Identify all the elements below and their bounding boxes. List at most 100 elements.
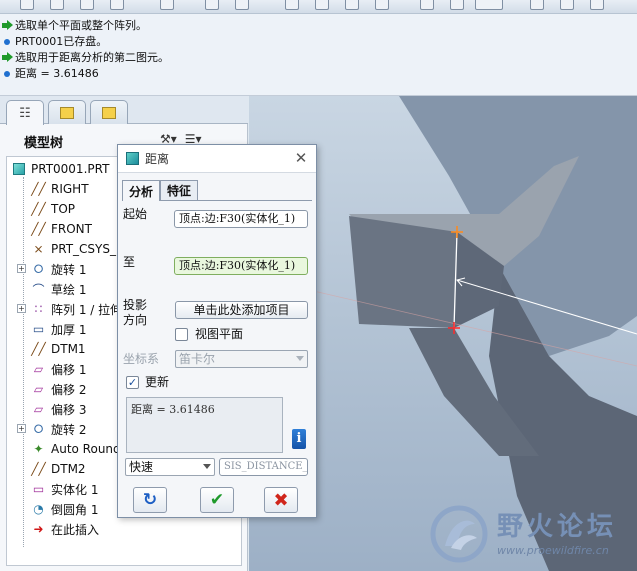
dialog-icon: [126, 152, 139, 165]
mode-select[interactable]: 快速: [125, 458, 215, 476]
tree-guide-line: [23, 177, 24, 547]
tree-node[interactable]: ▭ 加厚 1: [31, 319, 87, 339]
favorites-tab[interactable]: [90, 100, 128, 124]
ok-button[interactable]: ✔: [200, 487, 234, 513]
auto-round-icon: ✦: [33, 442, 44, 456]
repeat-icon: ↻: [142, 490, 158, 510]
view-plane-label: 视图平面: [195, 327, 244, 341]
expand-toggle[interactable]: +: [17, 424, 26, 433]
tab-feature[interactable]: 特征: [160, 180, 198, 200]
thicken-icon: ▭: [32, 322, 45, 336]
toolbar-button[interactable]: [530, 0, 544, 10]
tree-node[interactable]: ✦ Auto Round: [31, 439, 120, 459]
tree-node-label: DTM1: [51, 342, 86, 356]
tree-node-label: PRT0001.PRT: [31, 162, 110, 176]
toolbar-button[interactable]: [590, 0, 604, 10]
tree-node[interactable]: ╱╱ RIGHT: [31, 179, 89, 199]
toolbar-button[interactable]: [375, 0, 389, 10]
arrow-right-icon: [2, 20, 13, 31]
to-field[interactable]: 顶点:边:F30(实体化_1): [174, 257, 308, 275]
tree-node[interactable]: ➜ 在此插入: [31, 519, 99, 539]
tree-node[interactable]: ▭ 实体化 1: [31, 479, 99, 499]
message-line: 距离 = 3.61486: [2, 66, 99, 81]
tree-node-root[interactable]: PRT0001.PRT: [11, 159, 109, 179]
dialog-titlebar[interactable]: 距离: [118, 145, 316, 173]
toolbar-button[interactable]: [315, 0, 329, 10]
close-icon[interactable]: ✕: [294, 151, 308, 166]
update-label: 更新: [145, 375, 170, 389]
tree-node[interactable]: ⌒ 草绘 1: [31, 279, 86, 299]
tree-node[interactable]: ╱╱ DTM2: [31, 459, 86, 479]
round-icon: ◔: [33, 502, 44, 516]
tree-node[interactable]: + ∷ 阵列 1 / 拉伸: [17, 299, 122, 319]
toolbar-button[interactable]: [345, 0, 359, 10]
toolbar-button[interactable]: [80, 0, 94, 10]
sketch-icon: ⌒: [32, 282, 45, 297]
watermark-url: www.proewildfire.cn: [497, 544, 609, 557]
toolbar-button[interactable]: [20, 0, 34, 10]
tree-node-label: 在此插入: [51, 522, 100, 537]
tab-analysis[interactable]: 分析: [122, 180, 160, 201]
tree-node-label: 偏移 1: [51, 362, 87, 377]
message-line: 选取单个平面或整个阵列。: [2, 18, 147, 33]
info-dot-icon: [2, 36, 13, 47]
message-area: 选取单个平面或整个阵列。 PRT0001已存盘。 选取用于距离分析的第二图元。 …: [0, 14, 637, 96]
message-text: 选取单个平面或整个阵列。: [15, 19, 147, 32]
tree-node[interactable]: + ⭘ 旋转 2: [17, 419, 87, 439]
csys-select: 笛卡尔: [175, 350, 308, 368]
from-field[interactable]: 顶点:边:F30(实体化_1): [174, 210, 308, 228]
model-tree-tab[interactable]: ☷: [6, 100, 44, 125]
tree-node-label: RIGHT: [51, 182, 89, 196]
arrow-right-icon: [2, 52, 13, 63]
tree-node[interactable]: ⨯ PRT_CSYS_D: [31, 239, 125, 259]
csys-label: 坐标系: [123, 352, 160, 366]
tree-node[interactable]: ╱╱ FRONT: [31, 219, 92, 239]
navigator-tabs: ☷: [0, 96, 248, 125]
tree-node[interactable]: + ⭘ 旋转 1: [17, 259, 86, 279]
datum-plane-icon: ╱╱: [31, 342, 46, 356]
toolbar-button[interactable]: [235, 0, 249, 10]
main-toolbar: [0, 0, 637, 14]
projection-label: 投影 方向: [123, 298, 148, 327]
toolbar-button[interactable]: [420, 0, 434, 10]
toolbar-button[interactable]: [160, 0, 174, 10]
datum-plane-icon: ╱╱: [31, 462, 46, 476]
toolbar-button[interactable]: [560, 0, 574, 10]
message-text: PRT0001已存盘。: [15, 35, 108, 48]
toolbar-button[interactable]: [475, 0, 503, 10]
toolbar-button[interactable]: [450, 0, 464, 10]
tree-node-label: 倒圆角 1: [51, 502, 99, 517]
repeat-button[interactable]: ↻: [133, 487, 167, 513]
part-icon: [11, 162, 26, 176]
toolbar-button[interactable]: [50, 0, 64, 10]
tree-node[interactable]: ▱ 偏移 2: [31, 379, 87, 399]
expand-toggle[interactable]: +: [17, 264, 26, 273]
toolbar-button[interactable]: [285, 0, 299, 10]
to-label: 至: [123, 255, 136, 269]
add-projection-button[interactable]: 单击此处添加项目: [175, 301, 308, 319]
tree-node[interactable]: ╱╱ TOP: [31, 199, 75, 219]
analysis-name-field[interactable]: SIS_DISTANCE_1: [219, 458, 308, 476]
analysis-panel: 起始 顶点:边:F30(实体化_1) 至 顶点:边:F30(实体化_1) 投影 …: [122, 200, 312, 480]
expand-toggle[interactable]: +: [17, 304, 26, 313]
update-checkbox[interactable]: ✓: [126, 376, 139, 389]
distance-dialog: 距离 ✕ 分析 特征 起始 顶点:边:F30(实体化_1) 至 顶点:边:F30…: [117, 144, 317, 518]
folder-browser-tab[interactable]: [48, 100, 86, 124]
dialog-title: 距离: [145, 152, 170, 166]
model-tree-tab-icon: ☷: [19, 105, 31, 121]
cancel-button[interactable]: ✖: [264, 487, 298, 513]
tree-node-label: DTM2: [51, 462, 86, 476]
tree-node-label: 旋转 2: [51, 422, 87, 437]
tree-node[interactable]: ▱ 偏移 3: [31, 399, 87, 419]
tree-node[interactable]: ◔ 倒圆角 1: [31, 499, 98, 519]
toolbar-button[interactable]: [110, 0, 124, 10]
info-icon[interactable]: i: [292, 429, 306, 449]
tree-node-label: 加厚 1: [51, 322, 87, 337]
toolbar-button[interactable]: [205, 0, 219, 10]
view-plane-checkbox[interactable]: [175, 328, 188, 341]
csys-value: 笛卡尔: [179, 352, 216, 366]
tree-node[interactable]: ╱╱ DTM1: [31, 339, 86, 359]
chevron-down-icon: [296, 356, 304, 361]
datum-plane-icon: ╱╱: [31, 182, 46, 196]
tree-node[interactable]: ▱ 偏移 1: [31, 359, 87, 379]
